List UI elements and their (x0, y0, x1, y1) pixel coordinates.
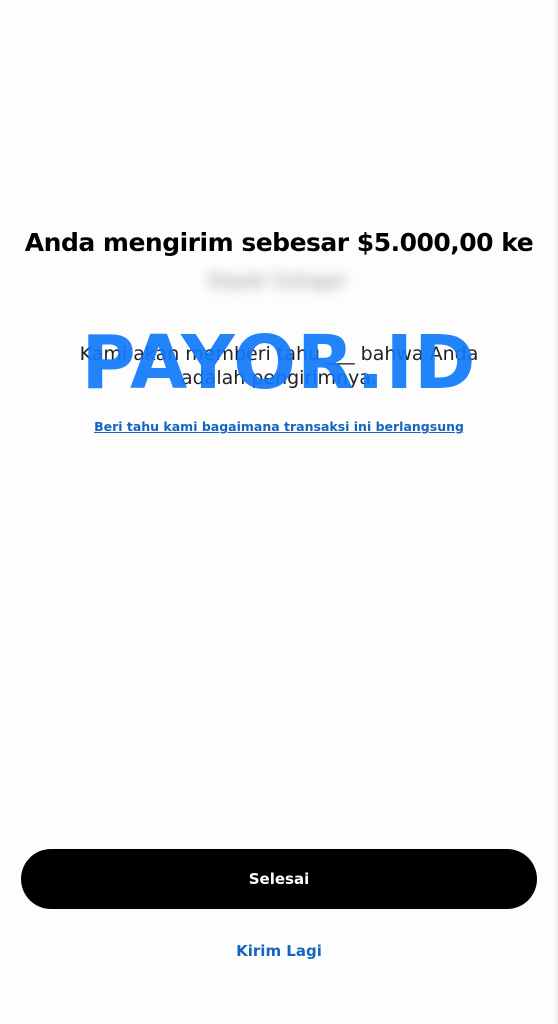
edge-shadow (554, 0, 558, 1024)
send-again-button[interactable]: Kirim Lagi (0, 942, 558, 960)
payment-success-screen: Anda mengirim sebesar $5.000,00 ke Bapak… (0, 0, 558, 1024)
page-title: Anda mengirim sebesar $5.000,00 ke (24, 228, 534, 257)
watermark-overlay: PAYOR.ID (81, 320, 477, 406)
transaction-feedback-link[interactable]: Beri tahu kami bagaimana transaksi ini b… (0, 419, 558, 434)
recipient-name: Bapak Sukagar (209, 270, 346, 292)
done-button[interactable]: Selesai (21, 849, 537, 909)
